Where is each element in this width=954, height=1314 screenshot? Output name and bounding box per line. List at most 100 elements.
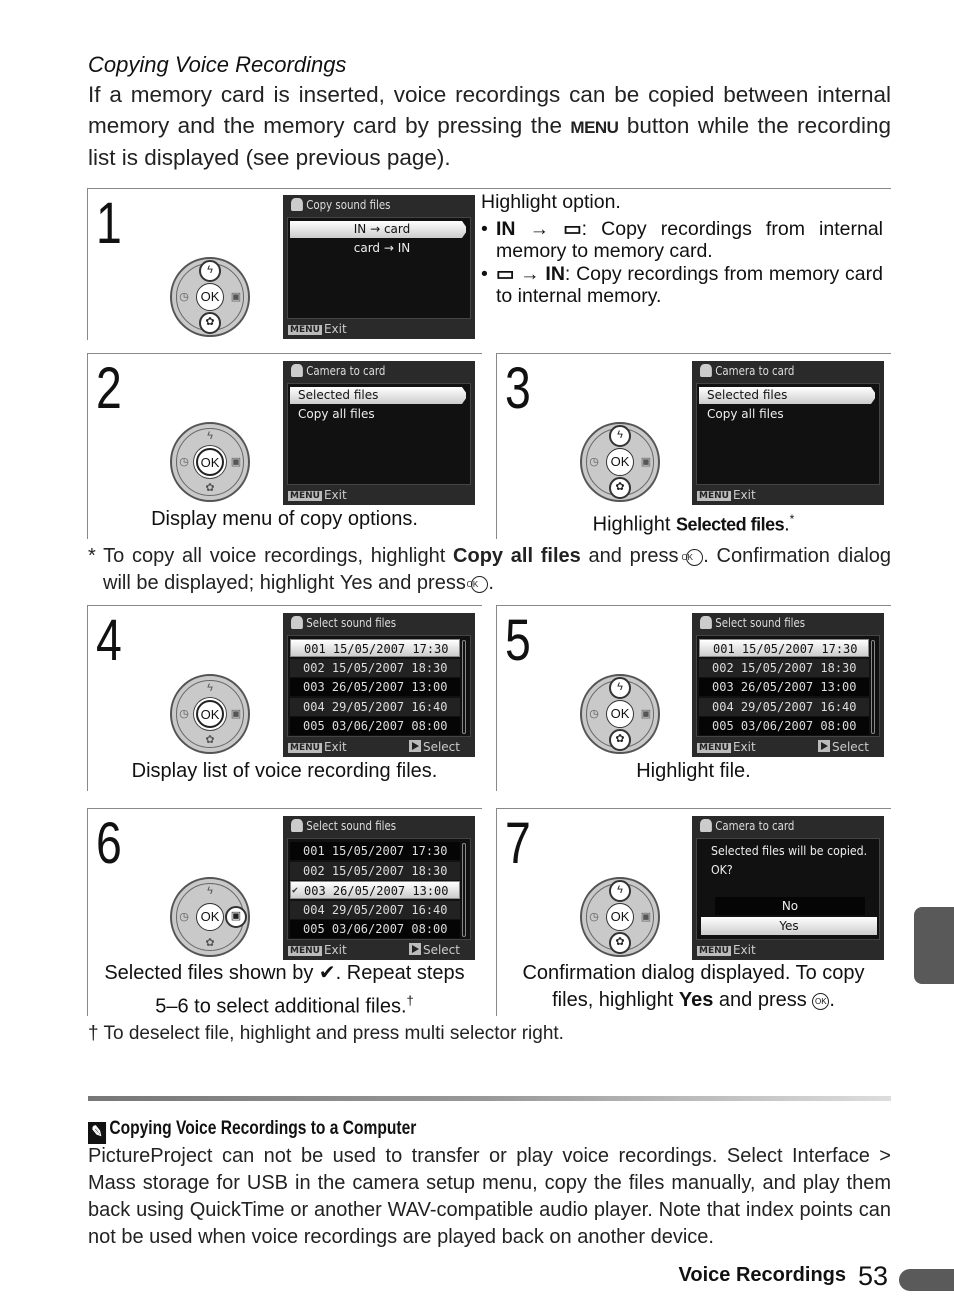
ok-button-icon: OK <box>606 903 634 931</box>
file-row[interactable]: 005 03/06/2007 08:00 <box>290 920 460 938</box>
flash-icon: ϟ <box>207 682 213 694</box>
file-row[interactable]: 002 15/05/2007 18:30 <box>290 861 460 880</box>
multi-selector: ϟ ◷ ▣ ✿ OK <box>580 674 660 754</box>
select-hint: Select <box>817 740 869 754</box>
multi-selector: ϟ ◷ ▣ ✿ OK <box>170 674 250 754</box>
menu-item-internal-to-card[interactable]: IN → card <box>290 221 466 238</box>
step-7-caption: Confirmation dialog displayed. To copy f… <box>522 962 865 1011</box>
step-number: 4 <box>96 608 122 673</box>
step-5-caption: Highlight file. <box>636 760 751 782</box>
menu-item-selected-files[interactable]: Selected files <box>290 387 466 404</box>
menu-key-icon: MENU <box>288 491 322 501</box>
flash-icon: ϟ <box>199 260 221 282</box>
exit-label: Exit <box>732 740 756 754</box>
file-row[interactable]: 004 29/05/2007 16:40 <box>699 697 869 716</box>
flash-icon: ϟ <box>609 880 631 902</box>
file-row[interactable]: 003 26/05/2007 13:00 <box>699 678 869 696</box>
card-to-internal-icon: ▭ → IN <box>496 262 565 285</box>
exposure-icon: ▣ <box>230 291 242 303</box>
self-timer-icon: ◷ <box>179 708 189 720</box>
menu-item-copy-all-files[interactable]: Copy all files <box>699 406 875 423</box>
menu-item-card-to-internal[interactable]: card → IN <box>290 240 466 257</box>
voice-memo-icon <box>291 198 303 211</box>
file-row[interactable]: 001 15/05/2007 17:30 <box>699 639 869 657</box>
exit-label: Exit <box>323 488 347 502</box>
menu-key-icon: MENU <box>288 946 322 956</box>
file-row[interactable]: 005 03/06/2007 08:00 <box>699 717 869 735</box>
macro-icon: ✿ <box>205 734 215 746</box>
macro-icon: ✿ <box>205 482 215 494</box>
flash-icon: ϟ <box>609 677 631 699</box>
self-timer-icon: ◷ <box>589 911 599 923</box>
exposure-icon: ▣ <box>225 906 247 928</box>
exit-label: Exit <box>323 322 347 336</box>
step-2-caption: Display menu of copy options. <box>151 508 418 530</box>
voice-memo-icon <box>700 819 712 832</box>
flash-icon: ϟ <box>207 885 213 897</box>
screen-title: Select sound files <box>291 819 396 833</box>
tip-body: PictureProject can not be used to transf… <box>88 1145 892 1248</box>
multi-selector: ϟ ◷ ▣ ✿ OK <box>580 877 660 957</box>
macro-icon: ✿ <box>199 312 221 334</box>
select-hint: Select <box>408 740 460 754</box>
intro-paragraph: If a memory card is inserted, voice reco… <box>88 80 891 174</box>
self-timer-icon: ◷ <box>589 708 599 720</box>
voice-memo-icon <box>700 364 712 377</box>
multi-selector: ϟ ◷ ▣ ✿ OK <box>580 422 660 502</box>
exposure-icon: ▣ <box>230 456 242 468</box>
menu-key-icon: MENU <box>697 743 731 753</box>
option-no[interactable]: No <box>715 897 865 915</box>
scrollbar[interactable] <box>871 640 875 734</box>
file-row[interactable]: 002 15/05/2007 18:30 <box>699 658 869 677</box>
macro-icon: ✿ <box>609 477 631 499</box>
multi-selector: ϟ ◷ ▣ ✿ OK <box>170 257 250 337</box>
scrollbar[interactable] <box>462 843 466 937</box>
step-number: 6 <box>96 811 122 876</box>
menu-item-selected-files[interactable]: Selected files <box>699 387 875 404</box>
screen-title: Camera to card <box>291 364 385 378</box>
camera-screen: Camera to card Selected files Copy all f… <box>692 361 884 505</box>
file-row[interactable]: 002 15/05/2007 18:30 <box>290 658 460 677</box>
page-tab-marker <box>899 1269 954 1291</box>
camera-screen-file-list: Select sound files 001 15/05/2007 17:30 00… <box>692 613 884 757</box>
section-name: Voice Recordings <box>678 1264 846 1286</box>
exit-label: Exit <box>323 740 347 754</box>
right-arrow-icon <box>817 740 830 752</box>
file-row[interactable]: 005 03/06/2007 08:00 <box>290 717 460 735</box>
flash-icon: ϟ <box>609 425 631 447</box>
camera-screen: Copy sound files IN → card card → IN MEN… <box>283 195 475 339</box>
file-row[interactable]: 001 15/05/2007 17:30 <box>290 842 460 860</box>
option-yes[interactable]: Yes <box>701 917 877 935</box>
exit-label: Exit <box>732 488 756 502</box>
exposure-icon: ▣ <box>640 911 652 923</box>
file-row[interactable]: 003 26/05/2007 13:00 <box>290 678 460 696</box>
file-row[interactable]: ✔ 003 26/05/2007 13:00 <box>290 881 460 899</box>
exit-label: Exit <box>732 943 756 957</box>
file-row[interactable]: 004 29/05/2007 16:40 <box>290 900 460 919</box>
file-row[interactable]: 004 29/05/2007 16:40 <box>290 697 460 716</box>
page-number: 53 <box>858 1261 889 1291</box>
menu-key-icon: MENU <box>288 743 322 753</box>
menu-key-icon: MENU <box>697 946 731 956</box>
ok-button-icon: OK <box>606 700 634 728</box>
footnote-dagger: † To deselect file, highlight and press … <box>88 1023 564 1044</box>
step-number: 1 <box>96 191 122 256</box>
voice-memo-icon <box>291 364 303 377</box>
screen-title: Select sound files <box>700 616 805 630</box>
voice-memo-icon <box>291 819 303 832</box>
step-number: 5 <box>505 608 531 673</box>
exposure-icon: ▣ <box>230 708 242 720</box>
step-6-caption: Selected files shown by ✔. Repeat steps … <box>104 962 465 1018</box>
file-row[interactable]: 001 15/05/2007 17:30 <box>290 639 460 657</box>
scrollbar[interactable] <box>462 640 466 734</box>
ok-button-icon: OK <box>812 993 830 1010</box>
select-hint: Select <box>408 943 460 957</box>
step-number: 2 <box>96 356 122 421</box>
screen-title: Camera to card <box>700 364 794 378</box>
ok-button-icon: OK <box>467 576 489 593</box>
tip-divider <box>88 1096 891 1101</box>
camera-screen-file-list: Select sound files 001 15/05/2007 17:30 00… <box>283 816 475 960</box>
menu-item-copy-all-files[interactable]: Copy all files <box>290 406 466 423</box>
voice-memo-icon <box>700 616 712 629</box>
step-3-caption: Highlight Selected files.* <box>592 512 795 536</box>
